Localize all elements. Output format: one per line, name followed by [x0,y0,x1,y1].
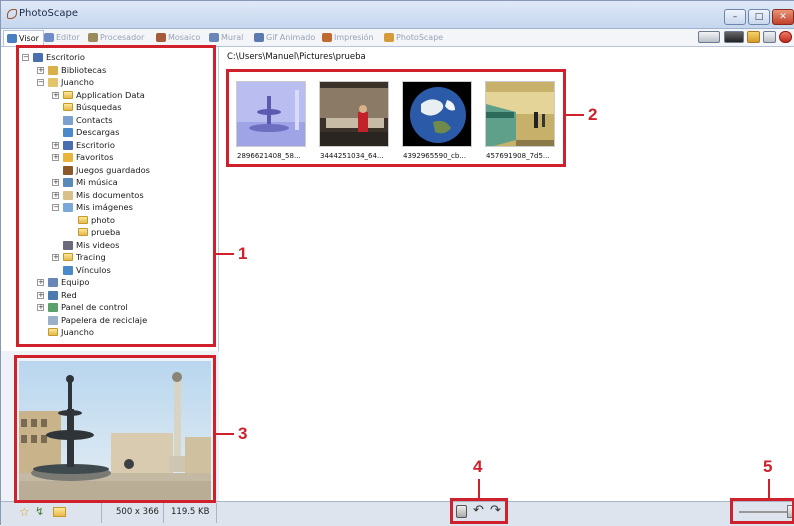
combine-icon [209,33,219,42]
tab-label: Mosaico [168,33,201,42]
batch-processor-icon [88,33,98,42]
print-icon [322,33,332,42]
exif-icon[interactable] [724,31,744,43]
tab-label: Mural [221,33,244,42]
status-divider [216,503,217,523]
callout-box-thumbnails [226,69,566,167]
rotate-icon[interactable]: ↯ [35,505,44,518]
star-icon[interactable]: ☆ [19,505,30,519]
viewer-icon [7,34,17,43]
home-icon[interactable] [747,31,760,43]
tab-label: Visor [19,34,39,43]
photoscape-logo-icon [7,9,17,19]
callout-pointer [216,253,234,255]
close-button[interactable]: ✕ [772,9,794,25]
help-icon[interactable] [779,31,792,43]
callout-pointer [768,479,770,498]
tab-label: Editor [56,33,80,42]
tab-editor[interactable]: Editor [41,30,84,46]
window-title: PhotoScape [19,8,78,19]
photoscape-window: PhotoScape – □ ✕ Visor Editor Procesador… [0,0,794,526]
tab-procesador[interactable]: Procesador [85,30,148,46]
tab-impresion[interactable]: Impresión [319,30,378,46]
tab-visor[interactable]: Visor [3,30,44,46]
tab-label: Gif Animado [266,33,316,42]
callout-number: 1 [238,244,248,263]
copy-icon[interactable] [763,31,776,43]
tab-gif-animado[interactable]: Gif Animado [251,30,319,46]
animated-gif-icon [254,33,264,42]
callout-pointer [478,479,480,498]
title-bar: PhotoScape – □ ✕ [1,1,794,29]
current-path: C:\Users\Manuel\Pictures\prueba [227,52,366,62]
photoscape-home-icon [384,33,394,42]
editor-icon [44,33,54,42]
maximize-button[interactable]: □ [748,9,770,25]
minimize-button[interactable]: – [724,9,746,25]
tab-mosaico[interactable]: Mosaico [153,30,204,46]
callout-number: 4 [473,457,483,476]
tab-mural[interactable]: Mural [206,30,247,46]
callout-box-folder-tree [16,45,216,347]
callout-box-tools [450,498,508,524]
image-dimensions: 500 x 366 [116,507,159,517]
callout-number: 5 [763,457,773,476]
callout-number: 2 [588,105,598,124]
tab-label: PhotoScape [396,33,444,42]
status-divider [101,503,102,523]
tab-photoscape[interactable]: PhotoScape [381,30,447,46]
callout-box-slider [730,498,794,524]
callout-box-preview [14,355,216,503]
image-filesize: 119.5 KB [171,507,210,517]
open-folder-icon[interactable] [53,507,66,517]
status-divider [163,503,164,523]
callout-number: 3 [238,424,248,443]
mosaic-icon [156,33,166,42]
tab-label: Impresión [334,33,374,42]
callout-pointer [566,114,584,116]
tab-label: Procesador [100,33,145,42]
memory-icon[interactable] [698,31,720,43]
callout-pointer [216,433,234,435]
